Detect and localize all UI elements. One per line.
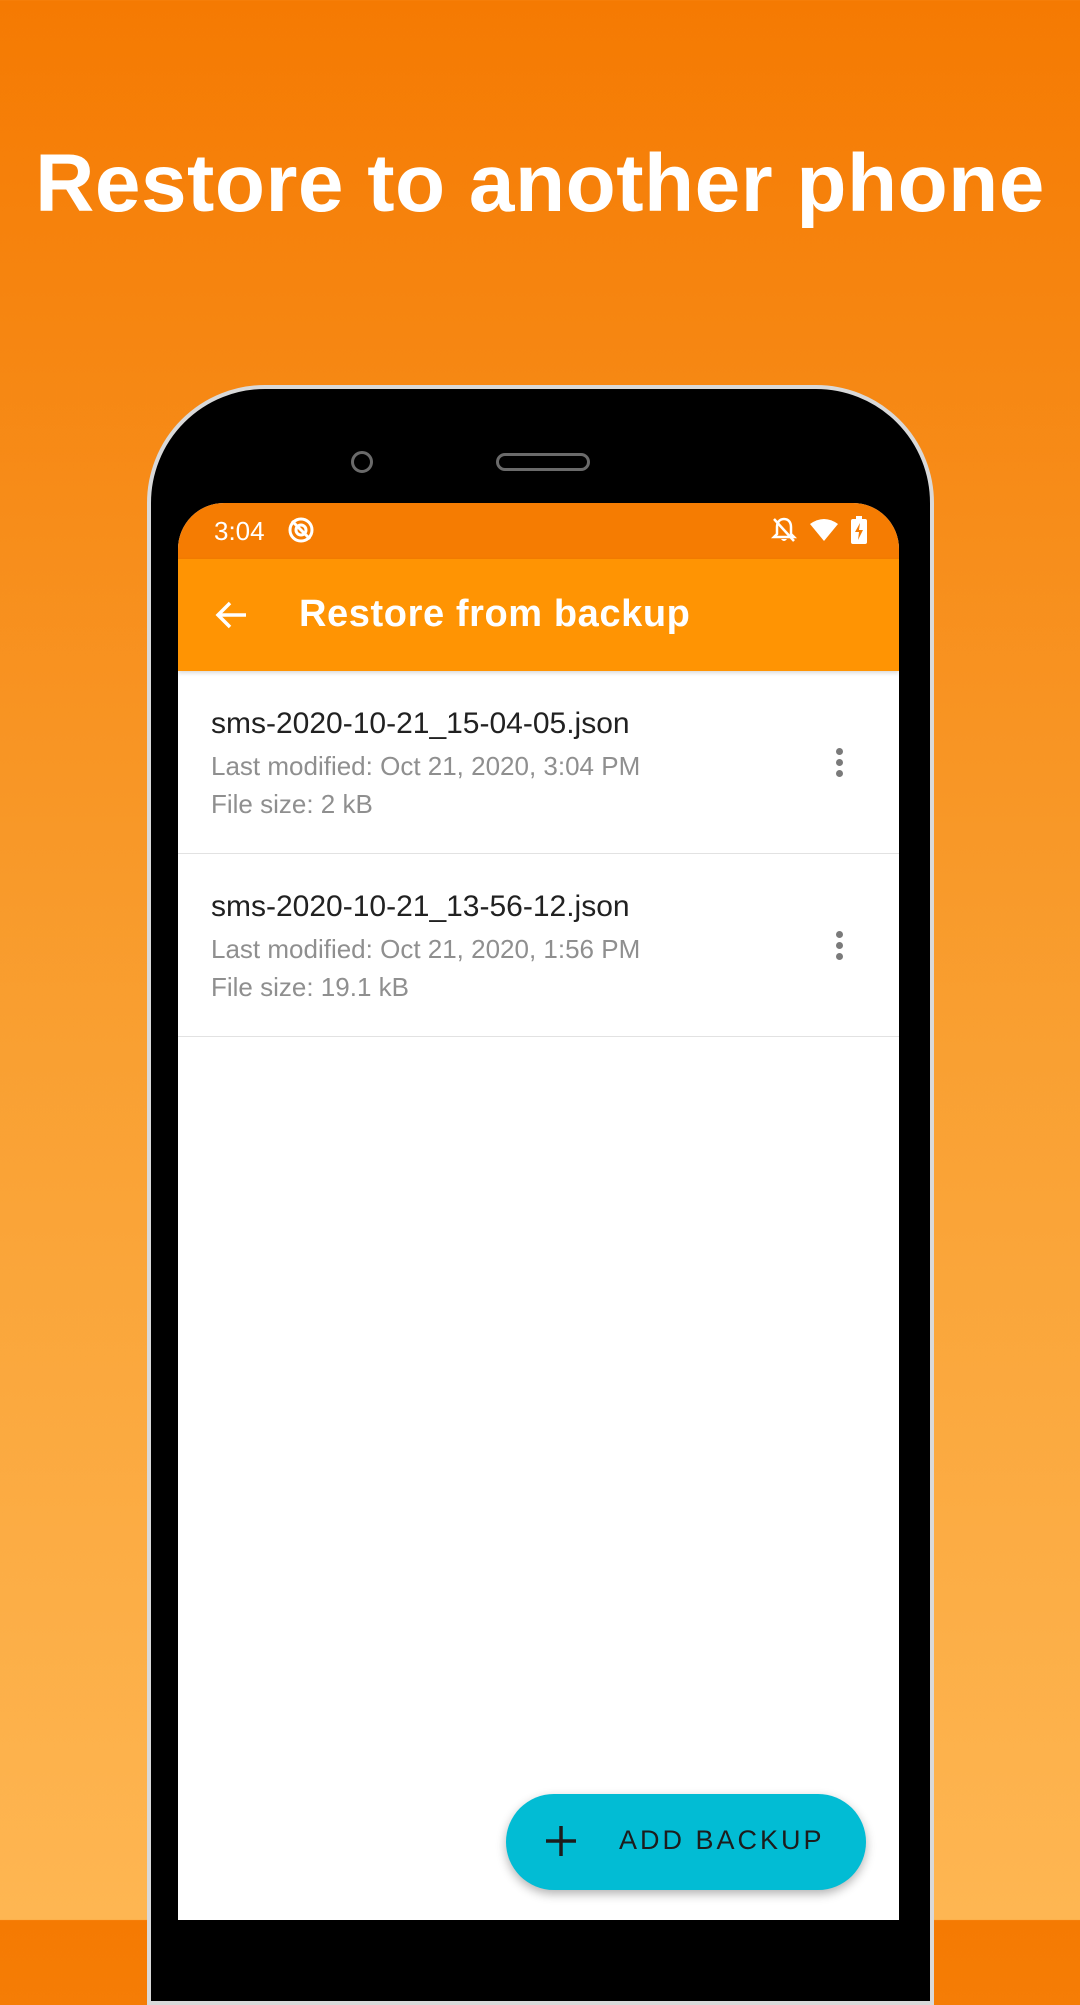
backup-list-item[interactable]: sms-2020-10-21_15-04-05.json Last modifi… <box>178 671 899 854</box>
camera-icon <box>351 451 373 473</box>
phone-screen: 3:04 Restore from backup sms-2020-10-21_… <box>178 503 899 1920</box>
arrow-back-icon <box>215 601 246 629</box>
speaker-grille <box>496 453 590 471</box>
backup-file-size: File size: 2 kB <box>211 789 373 819</box>
plus-icon <box>546 1826 576 1856</box>
status-bar: 3:04 <box>178 503 899 559</box>
more-options-button[interactable] <box>819 920 859 970</box>
more-vert-icon-dot <box>835 758 843 766</box>
wifi-icon <box>810 519 838 541</box>
status-icons <box>771 516 867 544</box>
sync-icon <box>288 517 314 543</box>
more-vert-icon-dot <box>835 952 843 960</box>
backup-list-item[interactable]: sms-2020-10-21_13-56-12.json Last modifi… <box>178 854 899 1037</box>
bell-off-icon <box>771 517 797 542</box>
more-vert-icon-dot <box>835 747 843 755</box>
promo-headline: Restore to another phone <box>35 138 1045 229</box>
add-backup-label: ADD BACKUP <box>619 1825 825 1855</box>
add-backup-button[interactable]: ADD BACKUP <box>506 1794 866 1890</box>
battery-charging-icon <box>851 516 867 544</box>
more-options-button[interactable] <box>819 737 859 787</box>
backup-last-modified: Last modified: Oct 21, 2020, 3:04 PM <box>211 751 641 781</box>
backup-file-name: sms-2020-10-21_15-04-05.json <box>211 707 630 740</box>
back-button[interactable] <box>208 591 256 639</box>
backup-file-name: sms-2020-10-21_13-56-12.json <box>211 890 630 923</box>
more-vert-icon-dot <box>835 930 843 938</box>
backup-list: sms-2020-10-21_15-04-05.json Last modifi… <box>178 671 899 1037</box>
page-title: Restore from backup <box>299 593 691 635</box>
backup-file-size: File size: 19.1 kB <box>211 972 409 1002</box>
app-bar: Restore from backup <box>178 559 899 671</box>
backup-last-modified: Last modified: Oct 21, 2020, 1:56 PM <box>211 934 641 964</box>
status-time: 3:04 <box>214 516 265 546</box>
more-vert-icon-dot <box>835 941 843 949</box>
more-vert-icon-dot <box>835 769 843 777</box>
